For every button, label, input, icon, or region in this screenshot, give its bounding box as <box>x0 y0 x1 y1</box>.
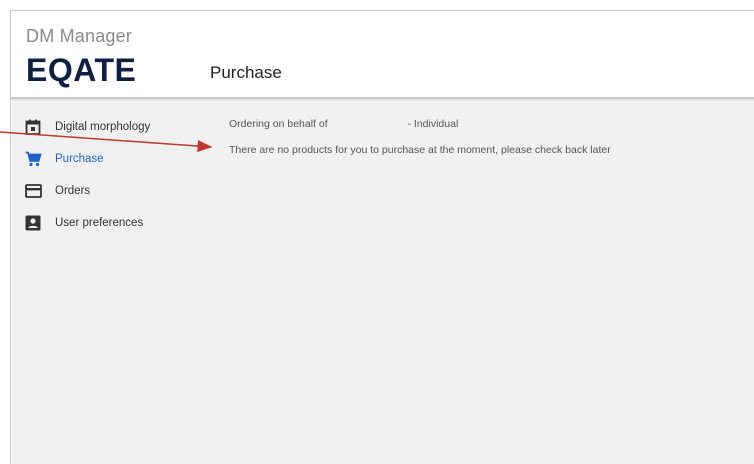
app-title: DM Manager <box>26 26 133 46</box>
sidebar-item-label: User preferences <box>55 217 144 229</box>
ordering-prefix: Ordering on behalf of <box>229 118 328 130</box>
sidebar-nav: Digital morphology Purchase Orders User … <box>11 111 201 239</box>
credit-card-icon <box>24 182 42 200</box>
account-box-icon <box>24 214 42 232</box>
ordering-on-behalf-line: Ordering on behalf of - Individual <box>229 117 611 143</box>
app-window: DM Manager EQATE Purchase Digital morpho… <box>10 10 754 464</box>
empty-products-message: There are no products for you to purchas… <box>229 144 611 156</box>
calendar-icon <box>24 118 42 136</box>
sidebar-item-purchase[interactable]: Purchase <box>11 143 201 175</box>
sidebar-item-label: Digital morphology <box>55 121 151 133</box>
sidebar-item-user-preferences[interactable]: User preferences <box>11 207 201 239</box>
sidebar-item-label: Orders <box>55 185 91 197</box>
page-title: Purchase <box>210 63 282 82</box>
sidebar-item-orders[interactable]: Orders <box>11 175 201 207</box>
eqate-logo: EQATE <box>26 52 137 88</box>
cart-icon <box>24 150 42 168</box>
sidebar-item-digital-morphology[interactable]: Digital morphology <box>11 111 201 143</box>
main-content: Ordering on behalf of - Individual There… <box>229 117 611 169</box>
sidebar-item-label: Purchase <box>55 153 104 165</box>
app-header: DM Manager EQATE Purchase <box>11 11 754 99</box>
ordering-suffix: - Individual <box>407 118 459 130</box>
